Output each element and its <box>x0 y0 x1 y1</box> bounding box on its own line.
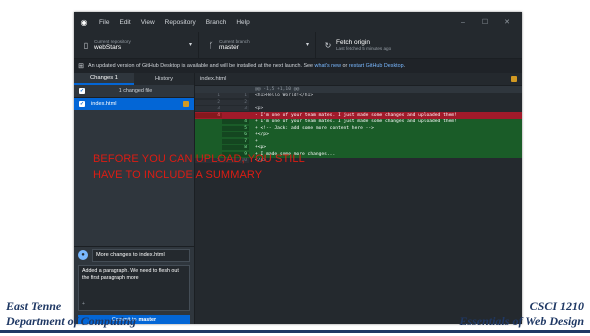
sidebar-tabs: Changes 1 History <box>74 73 194 85</box>
diff-code: +<p> <box>255 145 267 151</box>
menu-edit[interactable]: Edit <box>114 19 135 26</box>
tab-changes-label: Changes <box>89 75 114 81</box>
slide: ◉ File Edit View Repository Branch Help … <box>0 0 590 336</box>
new-line-number: 1 <box>222 93 249 99</box>
restart-link[interactable]: restart GitHub Desktop <box>349 63 404 69</box>
banner-middle-text: or <box>342 63 348 69</box>
diff-code: +</p> <box>255 132 269 138</box>
diff-panel: index.html @@ -1,5 +1,10 @@ 1 1 <h1>Hello W… <box>195 73 522 324</box>
branch-name: master <box>219 43 239 51</box>
changed-files-count: 1 changed file <box>118 88 153 94</box>
footer-department: Department of Computing <box>6 313 137 328</box>
fetch-title: Fetch origin <box>336 38 370 46</box>
diff-file-name: index.html <box>200 76 227 82</box>
select-all-checkbox[interactable]: ✓ <box>79 88 85 94</box>
banner-text: An updated version of GitHub Desktop is … <box>88 63 314 69</box>
chevron-down-icon: ▾ <box>188 42 192 48</box>
old-line-number: 1 <box>195 93 222 99</box>
menu-file[interactable]: File <box>94 19 114 26</box>
old-line-number: 4 <box>195 112 222 118</box>
footer-course-code: CSCI 1210 <box>529 299 584 313</box>
tab-changes[interactable]: Changes 1 <box>74 73 134 85</box>
gift-icon: ⊞ <box>78 63 84 70</box>
diff-code: + <box>255 138 258 144</box>
diff-code: @@ -1,5 +1,10 @@ <box>255 86 300 92</box>
window-controls: – ☐ ✕ <box>452 12 518 32</box>
menu-view[interactable]: View <box>136 19 160 26</box>
menu-help[interactable]: Help <box>231 19 254 26</box>
new-line-number: 6 <box>222 132 249 138</box>
modified-icon <box>183 101 189 107</box>
changed-files-header: ✓ 1 changed file <box>74 85 194 98</box>
summary-input[interactable]: More changes to index.html <box>92 248 190 262</box>
menu-repository[interactable]: Repository <box>160 19 201 26</box>
diff-code: <p> <box>255 106 264 112</box>
repository-name: webStars <box>94 43 122 51</box>
diff-code: + I'm one of your team mates. I just mad… <box>255 119 457 125</box>
new-line-number: 4 <box>222 119 249 125</box>
tab-history-label: History <box>154 76 174 82</box>
diff-code: + <!-- Jack: add some more content here … <box>255 125 374 131</box>
footer-left: East Tenne Department of Computing <box>6 299 136 328</box>
commit-button-branch: master <box>138 316 157 323</box>
file-name: index.html <box>91 101 117 107</box>
update-banner: ⊞ An updated version of GitHub Desktop i… <box>74 59 522 73</box>
new-line-number: 7 <box>222 138 249 144</box>
toolbar: ▯ Current repository webStars ▾ ᚴ Curren… <box>74 32 522 59</box>
repo-icon: ▯ <box>83 40 89 50</box>
diff-code: - I'm one of your team mates. I just mad… <box>255 112 457 118</box>
avatar: ● <box>78 250 88 260</box>
menu-branch[interactable]: Branch <box>201 19 232 26</box>
sidebar: Changes 1 History ✓ 1 changed file ✓ ind… <box>74 73 195 324</box>
instruction-callout: BEFORE YOU CAN UPLOAD, YOU STILL HAVE TO… <box>93 153 305 181</box>
menu-bar: ◉ File Edit View Repository Branch Help … <box>74 12 522 32</box>
changes-count-badge: 1 <box>114 75 119 81</box>
tab-history[interactable]: History <box>134 73 194 85</box>
new-line-number: 5 <box>222 125 249 131</box>
minimize-icon[interactable]: – <box>452 19 474 26</box>
file-checkbox[interactable]: ✓ <box>79 101 85 107</box>
footer-institution: East Tenne <box>6 299 62 313</box>
old-line-number: 3 <box>195 106 222 112</box>
chevron-down-icon: ▾ <box>305 42 309 48</box>
description-text: Added a paragraph. We need to flesh out … <box>82 268 179 282</box>
fetch-origin-button[interactable]: ↻ Fetch origin Last fetched 5 minutes ag… <box>316 32 440 58</box>
sync-icon: ↻ <box>324 40 332 50</box>
diff-header: index.html <box>195 73 522 86</box>
current-repository-button[interactable]: ▯ Current repository webStars ▾ <box>74 32 199 58</box>
footer-course-title: Essentials of Web Design <box>459 313 584 328</box>
old-line-number: 2 <box>195 99 222 105</box>
new-line-number: 2 <box>222 99 249 105</box>
fetch-subtitle: Last fetched 5 minutes ago <box>336 46 392 52</box>
footer-right: CSCI 1210 Essentials of Web Design <box>459 299 584 328</box>
banner-end-text: . <box>403 63 406 69</box>
github-logo-icon: ◉ <box>80 17 88 27</box>
whats-new-link[interactable]: what's new <box>315 63 342 69</box>
list-item[interactable]: ✓ index.html <box>74 98 194 110</box>
diff-code: <h1>Hello World!</h1> <box>255 93 314 99</box>
current-branch-button[interactable]: ᚴ Current branch master ▾ <box>199 32 316 58</box>
modified-icon <box>511 76 517 82</box>
close-icon[interactable]: ✕ <box>496 18 518 26</box>
branch-icon: ᚴ <box>208 40 214 50</box>
maximize-icon[interactable]: ☐ <box>474 18 496 26</box>
footer-rule <box>0 330 590 333</box>
new-line-number: 8 <box>222 145 249 151</box>
new-line-number: 3 <box>222 106 249 112</box>
